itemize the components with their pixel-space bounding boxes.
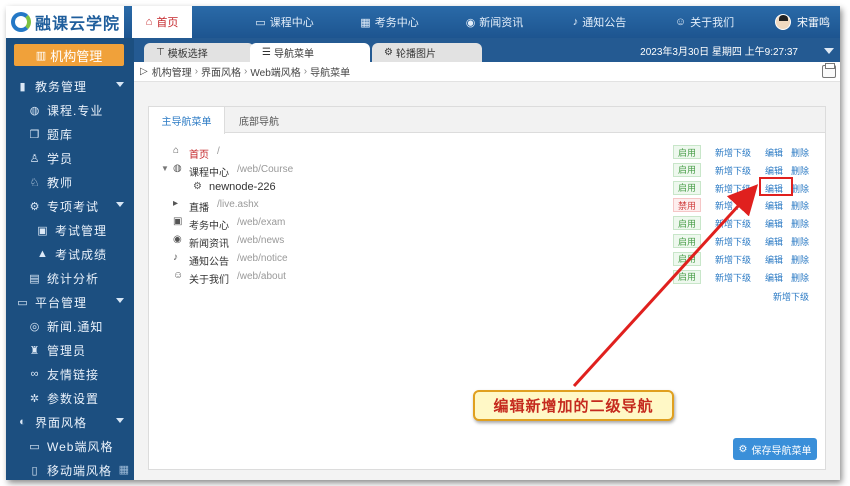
annotation-arrow xyxy=(572,184,759,388)
annotation-callout: 编辑新增加的二级导航 xyxy=(473,390,674,421)
app-window: 融课云学院 ⌂ 首页 ▭ 课程中心 ▦ 考务中心 ◉ 新闻资讯 ♪ 通知公告 ☺… xyxy=(6,6,840,480)
